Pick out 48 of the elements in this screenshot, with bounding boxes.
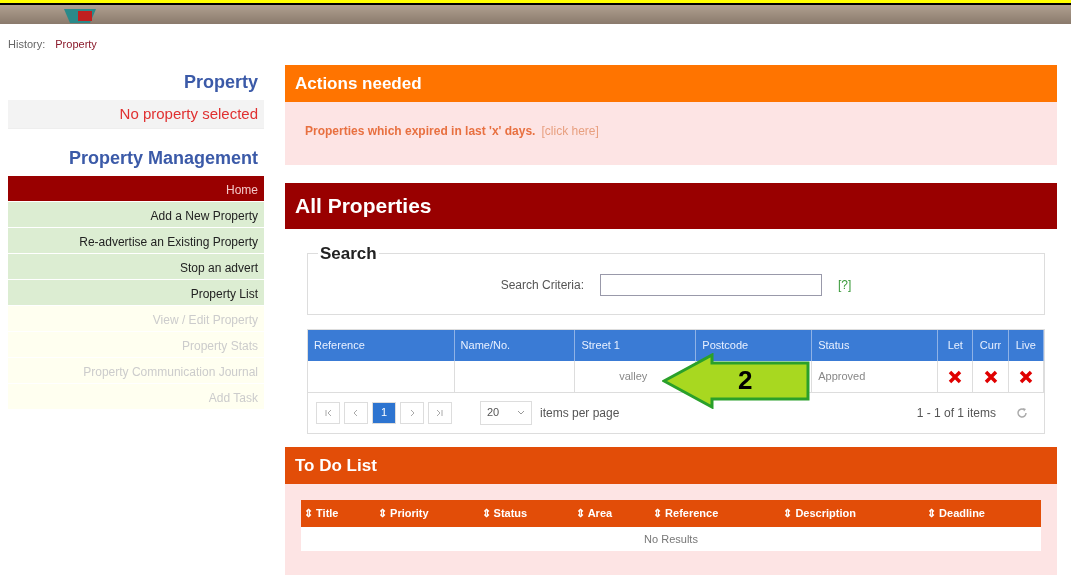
panel-header: Actions needed [285, 64, 1057, 102]
pager-summary: 1 - 1 of 1 items [916, 404, 996, 422]
column-header[interactable]: ⇕ Priority [375, 500, 479, 527]
panel-header: To Do List [285, 446, 1057, 484]
history-label: History: [8, 38, 46, 50]
section-heading: Property Management [67, 147, 259, 170]
column-header[interactable]: Name/No. [454, 330, 575, 361]
column-header[interactable]: Curr [972, 330, 1009, 361]
section-heading: Property [182, 70, 259, 94]
message-text: Properties which expired in last 'x' days. [305, 124, 536, 138]
panel-header: All Properties [285, 183, 1057, 229]
column-header[interactable]: ⇕ Status [478, 500, 574, 527]
table-cell: Approved [818, 370, 866, 382]
pager-button[interactable] [344, 401, 368, 424]
search-field[interactable] [600, 274, 822, 296]
column-header[interactable]: Status [811, 330, 938, 361]
pager-button[interactable] [428, 401, 452, 424]
refresh-icon[interactable] [1016, 406, 1028, 419]
page-size-label: items per page [540, 404, 620, 422]
empty-text: No Results [644, 532, 698, 545]
caret-icon [517, 409, 525, 416]
column-header[interactable]: ⇕ Deadline [924, 500, 1041, 527]
callout-number: 2 [738, 367, 753, 393]
table-cell: valley [619, 370, 648, 382]
pager-button[interactable] [400, 401, 424, 424]
menu-item[interactable]: Property List [8, 280, 264, 306]
column-header[interactable]: ⇕ Reference [650, 500, 781, 527]
column-header[interactable]: ⇕ Area [573, 500, 651, 527]
column-header[interactable]: ⇕ Title [301, 500, 376, 527]
column-header[interactable]: Let [937, 330, 973, 361]
column-header[interactable]: Postcode [695, 330, 812, 361]
arrow-icon [323, 408, 333, 419]
menu-item[interactable]: Stop an advert [8, 254, 264, 280]
pager-button[interactable] [316, 401, 340, 424]
menu-item[interactable]: Re-advertise an Existing Property [8, 228, 264, 254]
menu-item[interactable]: Add a New Property [8, 202, 264, 228]
status-text: No property selected [8, 99, 264, 129]
arrow-icon [435, 408, 445, 419]
field-label: Search Criteria: [500, 277, 584, 294]
history-link[interactable]: Property [55, 38, 97, 50]
column-header[interactable]: ⇕ Description [780, 500, 925, 527]
column-header[interactable]: Reference [308, 330, 455, 361]
page-size-select[interactable]: 20 [480, 400, 532, 425]
help-link[interactable]: [?] [838, 276, 852, 294]
menu-item[interactable]: Home [8, 176, 264, 202]
column-header[interactable]: Street 1 [574, 330, 696, 361]
column-header[interactable]: Live [1008, 330, 1044, 361]
page-button[interactable]: 1 [372, 401, 396, 424]
